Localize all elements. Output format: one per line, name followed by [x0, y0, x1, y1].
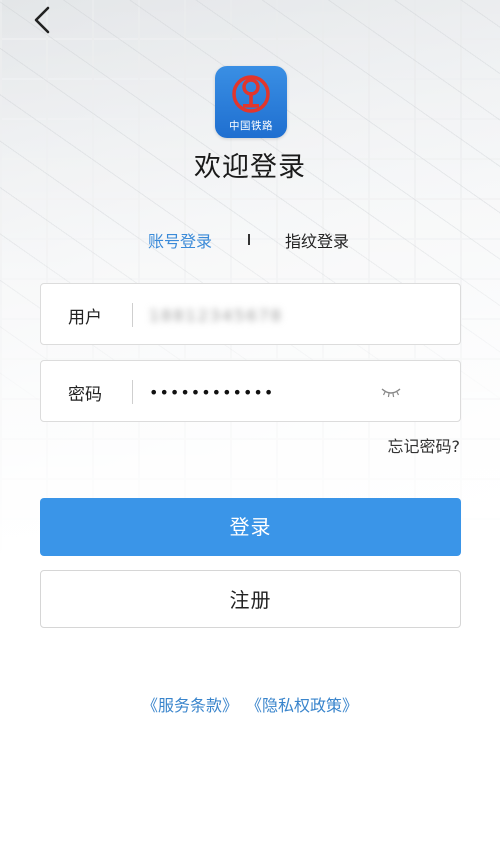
logo-caption: 中国铁路 — [229, 120, 273, 132]
china-railway-logo-icon — [232, 75, 270, 113]
login-button[interactable]: 登录 — [40, 498, 461, 556]
forgot-password-link[interactable]: 忘记密码? — [388, 433, 461, 457]
password-label: 密码 — [68, 385, 102, 405]
register-button[interactable]: 注册 — [40, 570, 461, 628]
field-divider — [132, 380, 133, 404]
app-logo: 中国铁路 — [215, 66, 287, 138]
username-row: 用户 — [40, 283, 461, 345]
terms-links: 《服务条款》 《隐私权政策》 — [0, 692, 500, 716]
back-button[interactable] — [28, 4, 56, 38]
terms-of-service-link[interactable]: 《服务条款》 — [142, 696, 238, 715]
page-title: 欢迎登录 — [194, 152, 306, 183]
privacy-policy-link[interactable]: 《隐私权政策》 — [246, 696, 358, 715]
tab-fingerprint-login[interactable]: 指纹登录 — [285, 228, 349, 252]
username-input[interactable] — [149, 296, 419, 334]
username-label: 用户 — [68, 308, 102, 328]
chevron-left-icon — [34, 6, 50, 34]
tab-divider — [248, 234, 250, 245]
eye-closed-icon[interactable] — [380, 385, 402, 399]
background-pattern — [0, 0, 500, 420]
tab-account-login[interactable]: 账号登录 — [148, 228, 212, 252]
password-input[interactable] — [149, 373, 419, 411]
password-row: 密码 — [40, 360, 461, 422]
field-divider — [132, 303, 133, 327]
login-tabs: 账号登录 指纹登录 — [0, 228, 500, 252]
